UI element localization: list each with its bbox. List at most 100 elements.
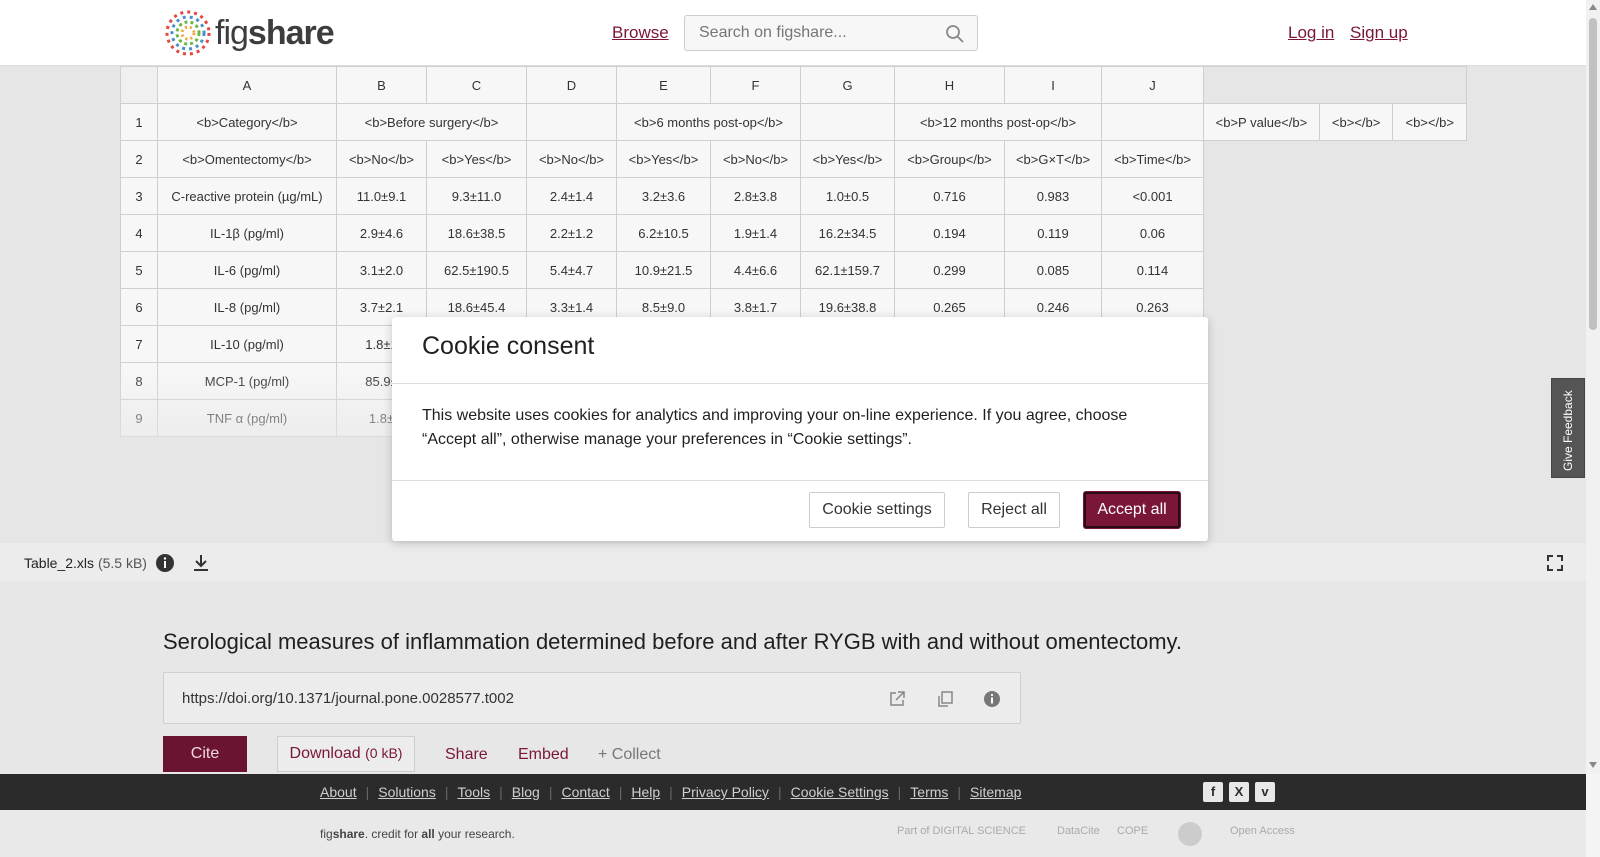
footer-links: About | Solutions | Tools | Blog | Contact | … <box>320 784 1022 800</box>
table-cell: <b></b> <box>1318 103 1394 141</box>
scroll-up-icon[interactable] <box>1589 4 1597 10</box>
file-bar: Table_2.xls (5.5 kB) <box>0 543 1586 581</box>
col-header: D <box>526 66 617 104</box>
table-cell: 2.4±1.4 <box>526 177 617 215</box>
fullscreen-icon[interactable] <box>1545 553 1565 573</box>
column-header-row: A B C D E F G H I J <box>120 66 1467 104</box>
feedback-label: Give Feedback <box>1561 390 1575 471</box>
table-cell <box>1101 103 1204 141</box>
collect-link[interactable]: + Collect <box>598 746 661 764</box>
scroll-down-icon[interactable] <box>1589 762 1597 768</box>
table-cell: 1.9±1.4 <box>710 214 801 252</box>
signup-link[interactable]: Sign up <box>1350 23 1408 43</box>
table-cell: <b>Time</b> <box>1101 140 1204 178</box>
col-header: B <box>336 66 427 104</box>
embed-link[interactable]: Embed <box>518 746 569 764</box>
facebook-icon[interactable]: f <box>1203 782 1223 802</box>
footer-link-blog[interactable]: Blog <box>512 784 540 800</box>
footer-link-tools[interactable]: Tools <box>457 784 490 800</box>
footer-tagline: figshare. credit for all your research. <box>320 827 515 841</box>
footer-link-solutions[interactable]: Solutions <box>378 784 436 800</box>
table-cell: 62.5±190.5 <box>426 251 527 289</box>
table-cell: 10.9±21.5 <box>616 251 711 289</box>
table-cell: <b>No</b> <box>710 140 801 178</box>
accept-all-button[interactable]: Accept all <box>1084 492 1180 528</box>
table-cell: <b>No</b> <box>336 140 427 178</box>
table-cell: 2.8±3.8 <box>710 177 801 215</box>
table-cell: MCP-1 (pg/ml) <box>157 362 337 400</box>
table-cell: 16.2±34.5 <box>800 214 895 252</box>
table-cell: <b>Omentectomy</b> <box>157 140 337 178</box>
footer-link-cookie-settings[interactable]: Cookie Settings <box>791 784 889 800</box>
file-name: Table_2.xls (5.5 kB) <box>24 555 147 571</box>
footer-link-privacy[interactable]: Privacy Policy <box>682 784 769 800</box>
info-icon[interactable] <box>982 689 1002 709</box>
row-number: 2 <box>120 140 158 178</box>
vimeo-icon[interactable]: v <box>1255 782 1275 802</box>
table-cell: 3.1±2.0 <box>336 251 427 289</box>
table-cell: 0.06 <box>1101 214 1204 252</box>
dialog-body: This website uses cookies for analytics … <box>392 384 1208 481</box>
info-icon[interactable] <box>155 553 175 573</box>
x-twitter-icon[interactable]: X <box>1229 782 1249 802</box>
doi-box: https://doi.org/10.1371/journal.pone.002… <box>163 672 1021 724</box>
table-cell: <0.001 <box>1101 177 1204 215</box>
table-cell: 2.2±1.2 <box>526 214 617 252</box>
digital-science-logo[interactable]: Part of DIGITAL SCIENCE <box>897 825 1026 837</box>
cookie-settings-button[interactable]: Cookie settings <box>809 492 945 528</box>
table-cell: <b>6 months post-op</b> <box>616 103 801 141</box>
footer-link-help[interactable]: Help <box>631 784 660 800</box>
table-cell: <b></b> <box>1392 103 1467 141</box>
search-box[interactable] <box>684 15 978 51</box>
datacite-logo[interactable]: DataCite <box>1057 825 1100 837</box>
download-button[interactable]: Download (0 kB) <box>277 736 415 772</box>
page-scrollbar[interactable] <box>1586 0 1600 774</box>
col-header: F <box>710 66 801 104</box>
row-number: 8 <box>120 362 158 400</box>
dialog-header: Cookie consent <box>392 317 1208 384</box>
row-number: 1 <box>120 103 158 141</box>
external-link-icon[interactable] <box>887 689 907 709</box>
row-number: 5 <box>120 251 158 289</box>
table-row: 3 C-reactive protein (µg/mL) 11.0±9.1 9.… <box>120 177 1467 215</box>
reject-all-button[interactable]: Reject all <box>968 492 1060 528</box>
share-link[interactable]: Share <box>445 746 488 764</box>
search-icon[interactable] <box>945 24 965 44</box>
table-row: 2 <b>Omentectomy</b> <b>No</b> <b>Yes</b… <box>120 140 1467 178</box>
login-link[interactable]: Log in <box>1288 23 1334 43</box>
table-cell: 11.0±9.1 <box>336 177 427 215</box>
table-cell: 1.0±0.5 <box>800 177 895 215</box>
search-input[interactable] <box>685 16 925 50</box>
seal-logo[interactable] <box>1178 822 1202 846</box>
footer-link-about[interactable]: About <box>320 784 357 800</box>
row-number: 7 <box>120 325 158 363</box>
footer-link-terms[interactable]: Terms <box>910 784 948 800</box>
item-details: Serological measures of inflammation det… <box>0 581 1586 774</box>
open-access-logo[interactable]: Open Access <box>1230 825 1295 837</box>
scroll-thumb[interactable] <box>1589 18 1597 330</box>
col-header: H <box>894 66 1005 104</box>
doi-link[interactable]: https://doi.org/10.1371/journal.pone.002… <box>182 690 514 707</box>
browse-link[interactable]: Browse <box>612 23 669 43</box>
table-cell: 4.4±6.6 <box>710 251 801 289</box>
row-number: 6 <box>120 288 158 326</box>
table-cell: C-reactive protein (µg/mL) <box>157 177 337 215</box>
table-cell: <b>Before surgery</b> <box>336 103 527 141</box>
site-header: figshare Browse Log in Sign up <box>0 0 1586 66</box>
copy-icon[interactable] <box>935 689 955 709</box>
cope-logo[interactable]: COPE <box>1117 825 1148 837</box>
cite-button[interactable]: Cite <box>163 736 247 772</box>
footer-link-contact[interactable]: Contact <box>561 784 609 800</box>
download-icon[interactable] <box>191 553 211 573</box>
table-cell <box>800 103 895 141</box>
table-cell: 3.2±3.6 <box>616 177 711 215</box>
logo-text: figshare <box>215 13 335 52</box>
table-cell: 2.9±4.6 <box>336 214 427 252</box>
figshare-logo[interactable]: figshare <box>163 8 335 58</box>
table-cell: 0.085 <box>1004 251 1102 289</box>
footer-nav: About | Solutions | Tools | Blog | Contact | … <box>0 774 1586 810</box>
footer-link-sitemap[interactable]: Sitemap <box>970 784 1021 800</box>
table-cell: 18.6±38.5 <box>426 214 527 252</box>
give-feedback-tab[interactable]: Give Feedback <box>1551 378 1585 478</box>
table-cell: 5.4±4.7 <box>526 251 617 289</box>
